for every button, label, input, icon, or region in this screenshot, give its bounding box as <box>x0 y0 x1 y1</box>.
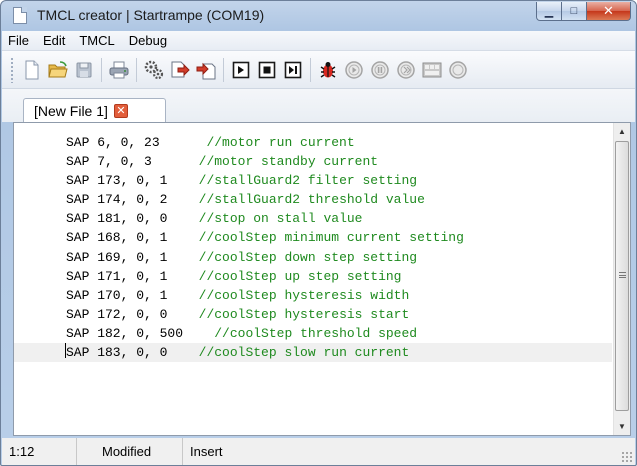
cursor-position: 1:12 <box>2 438 77 465</box>
maximize-icon: □ <box>570 5 578 17</box>
code-line: SAP 172, 0, 0 //coolStep hysteresis star… <box>66 306 410 322</box>
circle-play-icon[interactable] <box>342 58 366 82</box>
modified-status: Modified <box>77 438 183 465</box>
toolbar <box>2 51 635 89</box>
document-icon <box>13 7 27 24</box>
toolbar-separator <box>136 57 137 82</box>
resize-grip-icon[interactable] <box>621 451 633 463</box>
code-line: SAP 7, 0, 3 //motor standby current <box>66 154 379 170</box>
circle-icon[interactable] <box>446 58 470 82</box>
toolbar-separator <box>101 57 102 82</box>
upload-icon[interactable] <box>194 58 218 82</box>
compile-icon[interactable] <box>142 58 166 82</box>
code-area[interactable]: SAP 6, 0, 23 //motor run current SAP 7, … <box>14 133 612 363</box>
menu-file[interactable]: File <box>2 33 37 48</box>
new-file-icon[interactable] <box>20 58 44 82</box>
close-button[interactable]: ✕ <box>587 2 631 21</box>
scrollbar-thumb[interactable] <box>615 141 629 411</box>
circle-stop-icon[interactable] <box>394 58 418 82</box>
toolbar-separator <box>223 57 224 82</box>
code-line: SAP 173, 0, 1 //stallGuard2 filter setti… <box>66 173 418 189</box>
run-icon[interactable] <box>229 58 253 82</box>
save-icon[interactable] <box>72 58 96 82</box>
minimize-button[interactable]: ▁ <box>536 2 562 21</box>
window-title: TMCL creator | Startrampe (COM19) <box>37 7 265 23</box>
debug-bug-icon[interactable] <box>316 58 340 82</box>
tab-label: [New File 1] <box>34 103 108 119</box>
code-line-current: SAP 183, 0, 0 //coolStep slow run curren… <box>14 343 612 363</box>
code-line: SAP 171, 0, 1 //coolStep up step setting <box>66 268 402 284</box>
menu-edit[interactable]: Edit <box>37 33 73 48</box>
toolbar-grip[interactable] <box>10 56 14 83</box>
menu-tmcl[interactable]: TMCL <box>73 33 122 48</box>
stop-icon[interactable] <box>255 58 279 82</box>
close-icon: ✕ <box>603 3 614 18</box>
menu-bar: File Edit TMCL Debug <box>2 31 635 51</box>
insert-mode-status: Insert <box>190 444 223 459</box>
code-line: SAP 169, 0, 1 //coolStep down step setti… <box>66 249 418 265</box>
minimize-icon: ▁ <box>544 5 554 18</box>
code-editor[interactable]: SAP 6, 0, 23 //motor run current SAP 7, … <box>13 122 631 436</box>
toolbar-separator <box>310 57 311 82</box>
window-controls: ▁ □ ✕ <box>536 2 631 22</box>
download-icon[interactable] <box>168 58 192 82</box>
tab-new-file-1[interactable]: [New File 1] ✕ <box>23 98 166 123</box>
step-icon[interactable] <box>281 58 305 82</box>
tab-strip: [New File 1] ✕ <box>2 89 635 123</box>
circle-pause-icon[interactable] <box>368 58 392 82</box>
line-gutter <box>14 123 60 435</box>
tab-close-icon[interactable]: ✕ <box>113 104 128 118</box>
vertical-scrollbar[interactable]: ▲ ▼ <box>613 123 630 435</box>
grip-icon <box>619 272 626 278</box>
code-line: SAP 168, 0, 1 //coolStep minimum current… <box>66 230 464 246</box>
app-window: TMCL creator | Startrampe (COM19) ▁ □ ✕ … <box>0 0 637 466</box>
film-icon[interactable] <box>420 58 444 82</box>
open-folder-icon[interactable] <box>46 58 70 82</box>
code-line: SAP 182, 0, 500 //coolStep threshold spe… <box>66 325 418 341</box>
code-line: SAP 181, 0, 0 //stop on stall value <box>66 211 363 227</box>
status-bar: 1:12 Modified Insert <box>2 438 635 465</box>
print-icon[interactable] <box>107 58 131 82</box>
title-bar[interactable]: TMCL creator | Startrampe (COM19) ▁ □ ✕ <box>1 1 636 31</box>
code-line: SAP 170, 0, 1 //coolStep hysteresis widt… <box>66 287 410 303</box>
scroll-up-icon[interactable]: ▲ <box>614 123 630 140</box>
menu-debug[interactable]: Debug <box>123 33 175 48</box>
maximize-button[interactable]: □ <box>562 2 587 21</box>
code-line: SAP 6, 0, 23 //motor run current <box>66 135 355 150</box>
code-line: SAP 174, 0, 2 //stallGuard2 threshold va… <box>66 192 425 208</box>
scroll-down-icon[interactable]: ▼ <box>614 418 630 435</box>
